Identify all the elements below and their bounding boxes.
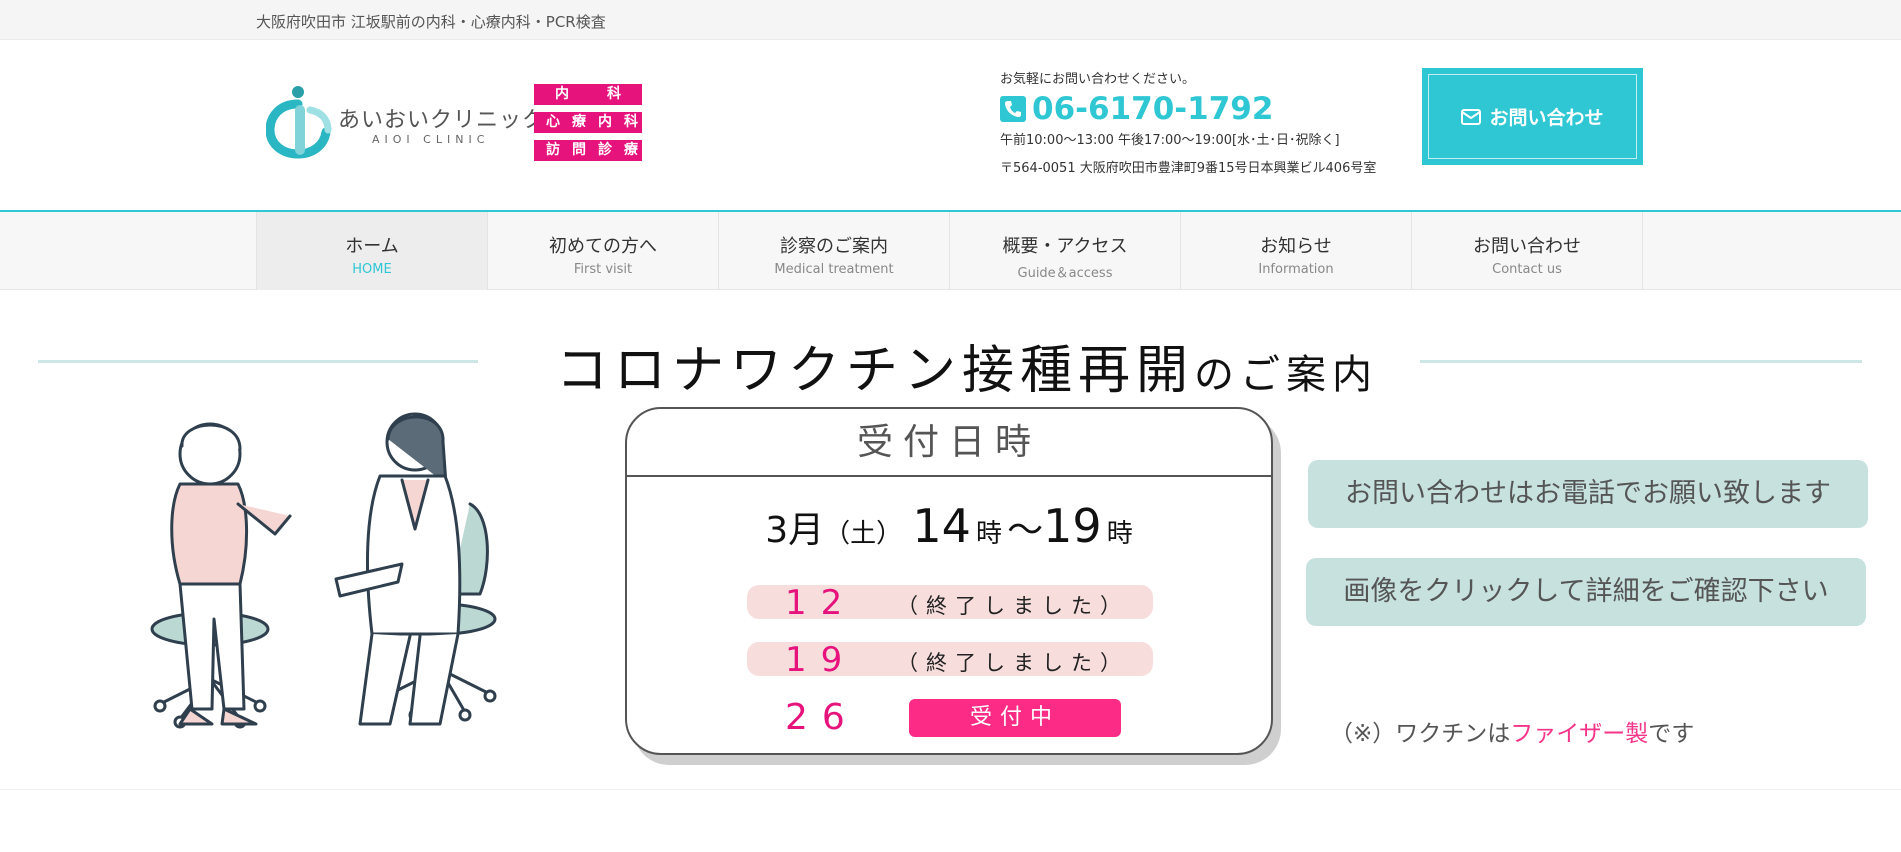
date-day-of-week: （土） <box>824 519 903 549</box>
nav-label-jp: お知らせ <box>1260 236 1332 257</box>
slot-row: 12 （終了しました） <box>747 583 1153 623</box>
site-header: あいおいクリニック AIOI CLINIC 内 科 心療内科 訪問診療 お気軽に… <box>0 40 1901 210</box>
global-nav: ホーム HOME 初めての方へ First visit 診察のご案内 Medic… <box>0 210 1901 290</box>
nav-label-en: First visit <box>573 262 633 277</box>
banner-title: コロナワクチン接種再開のご案内 <box>556 328 1378 403</box>
time-unit-start: 時 <box>975 519 1002 549</box>
vaccine-banner[interactable]: コロナワクチン接種再開のご案内 受付日時 3月（土） 14 時 〜19 時 12… <box>0 292 1901 790</box>
nav-label-jp: 初めての方へ <box>549 236 657 257</box>
time-start: 14 <box>912 499 971 553</box>
nav-item-contact[interactable]: お問い合わせ Contact us <box>1412 212 1643 290</box>
nav-list: ホーム HOME 初めての方へ First visit 診察のご案内 Medic… <box>256 212 1643 290</box>
tag-shinryonaika: 心療内科 <box>534 112 642 133</box>
banner-line-left <box>38 360 478 363</box>
nav-label-jp: お問い合わせ <box>1473 236 1581 257</box>
note-prefix: （※）ワクチンは <box>1330 721 1511 747</box>
nav-item-first-visit[interactable]: 初めての方へ First visit <box>488 212 719 290</box>
nav-label-en: Medical treatment <box>774 262 894 277</box>
slot-day-open: 26 <box>785 697 859 738</box>
logo-text-jp: あいおいクリニック <box>338 108 546 133</box>
click-detail-note: 画像をクリックして詳細をご確認下さい <box>1306 558 1866 626</box>
top-info-text: 大阪府吹田市 江坂駅前の内科・心療内科・PCR検査 <box>256 13 606 31</box>
slot-row: 19 （終了しました） <box>747 640 1153 680</box>
nav-label-jp: 概要・アクセス <box>1002 236 1128 257</box>
date-month: 3月 <box>765 510 825 551</box>
top-info-bar: 大阪府吹田市 江坂駅前の内科・心療内科・PCR検査 <box>0 0 1901 40</box>
contact-button-inner: お問い合わせ <box>1428 74 1637 159</box>
vaccine-maker-note: （※）ワクチンはファイザー製です <box>1330 714 1694 748</box>
logo-text-en: AIOI CLINIC <box>372 133 490 146</box>
mail-icon <box>1461 108 1482 125</box>
schedule-card: 受付日時 3月（土） 14 時 〜19 時 12 （終了しました） 19 （終了… <box>625 407 1273 755</box>
note-highlight: ファイザー製 <box>1510 721 1649 747</box>
nav-label-en: Information <box>1258 262 1334 277</box>
contact-button-label: お問い合わせ <box>1489 107 1604 129</box>
slot-status: （終了しました） <box>897 594 1129 618</box>
nav-item-medical-treatment[interactable]: 診察のご案内 Medical treatment <box>719 212 950 290</box>
schedule-date: 3月（土） 14 時 〜19 時 <box>627 499 1271 553</box>
office-hours: 午前10:00〜13:00 午後17:00〜19:00[水･土･日･祝除く] <box>1000 133 1340 148</box>
tag-homon-shinryo: 訪問診療 <box>534 140 642 161</box>
time-unit-end: 時 <box>1106 519 1133 549</box>
contact-lead: お気軽にお問い合わせください。 <box>1000 72 1196 87</box>
nav-item-guide-access[interactable]: 概要・アクセス Guide＆access <box>950 212 1181 290</box>
banner-title-main: コロナワクチン接種再開 <box>556 341 1195 401</box>
clinic-logo[interactable]: あいおいクリニック AIOI CLINIC <box>266 80 544 160</box>
nav-label-jp: ホーム <box>345 236 399 257</box>
nav-label-en: Guide＆access <box>1017 266 1113 281</box>
contact-button[interactable]: お問い合わせ <box>1422 68 1643 165</box>
time-end: 19 <box>1043 499 1102 553</box>
phone-row[interactable]: 06-6170-1792 <box>1000 91 1420 127</box>
doctor-patient-illustration <box>150 412 497 729</box>
department-tags: 内 科 心療内科 訪問診療 <box>534 84 642 168</box>
card-heading: 受付日時 <box>627 409 1271 477</box>
phone-number[interactable]: 06-6170-1792 <box>1032 91 1273 127</box>
contact-info: お気軽にお問い合わせください。 06-6170-1792 午前10:00〜13:… <box>1000 68 1420 176</box>
nav-label-jp: 診察のご案内 <box>780 236 888 257</box>
nav-label-en: Contact us <box>1492 262 1562 277</box>
slot-status: （終了しました） <box>897 651 1129 675</box>
accepting-badge: 受付中 <box>909 699 1121 737</box>
tag-naika: 内 科 <box>534 84 642 105</box>
time-separator: 〜 <box>1007 510 1044 551</box>
nav-item-information[interactable]: お知らせ Information <box>1181 212 1412 290</box>
clinic-address: 〒564-0051 大阪府吹田市豊津町9番15号日本興業ビル406号室 <box>1000 161 1377 176</box>
nav-item-home[interactable]: ホーム HOME <box>257 212 488 290</box>
banner-line-right <box>1420 360 1862 363</box>
note-suffix: です <box>1648 721 1695 747</box>
phone-inquiry-note: お問い合わせはお電話でお願い致します <box>1308 460 1868 528</box>
slot-day: 12 <box>785 583 857 623</box>
nav-label-en: HOME <box>352 262 392 277</box>
banner-title-sub: のご案内 <box>1194 352 1379 398</box>
logo-mark-icon <box>266 86 332 159</box>
slot-day: 19 <box>785 640 857 680</box>
phone-icon <box>1000 96 1026 122</box>
